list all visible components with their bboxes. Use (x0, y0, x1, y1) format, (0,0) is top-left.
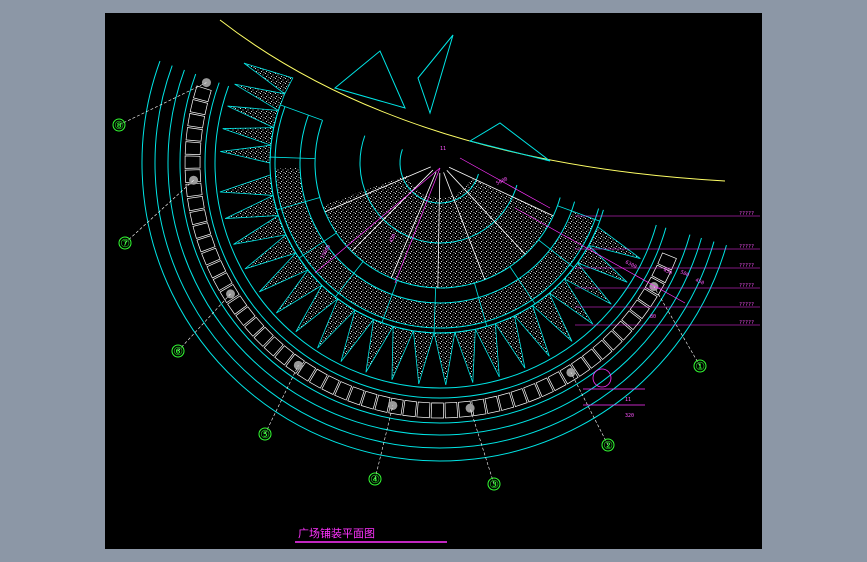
sawtooth-tile (454, 328, 476, 383)
marker-leader (570, 372, 609, 446)
bench-tile (235, 306, 256, 327)
bench-tile (592, 339, 613, 360)
right-label: ????? (739, 302, 754, 308)
sawtooth-tile (494, 315, 526, 369)
dimension-label: 80 (650, 314, 656, 320)
bench-tile (657, 252, 677, 271)
drawing-canvas[interactable]: ① ② ③ ④ ⑤ ⑥ ⑦ ⑧?????????????????????????????? 50… (105, 13, 762, 549)
bench-tile (484, 395, 501, 414)
dimension-label: 6300 (624, 259, 637, 270)
boundary-curve (219, 19, 726, 182)
bench-tile (416, 401, 431, 419)
sawtooth-tile (391, 325, 414, 380)
bench-tile (402, 400, 417, 418)
marker-label: ⑦ (120, 237, 130, 250)
bench-tile (212, 272, 233, 291)
sawtooth-tile (224, 194, 279, 219)
dimension-label: 11 (440, 146, 446, 152)
drawing-title: 广场铺装平面图 (298, 526, 375, 540)
right-label: ????? (739, 263, 754, 269)
paving-geometry (141, 60, 727, 462)
bench-tile (244, 316, 265, 337)
bench-tile (189, 99, 208, 116)
right-label: ????? (739, 320, 754, 326)
marker-label: ② (603, 439, 613, 452)
bench-tile (187, 113, 205, 129)
bench-tile (193, 85, 212, 103)
marker-label: ③ (489, 478, 499, 491)
bench-tile (629, 299, 650, 320)
marker-label: ④ (370, 473, 380, 486)
right-label: ????? (739, 211, 754, 217)
dimension-label: 500 (679, 269, 690, 278)
bench-tile (374, 394, 391, 413)
dimension-label: 320 (625, 413, 634, 419)
dimension-label: 5000 (495, 176, 508, 187)
bench-tile (192, 222, 212, 239)
column-post (189, 175, 199, 185)
bench-tile (308, 368, 328, 389)
sawtooth-tile (233, 214, 287, 245)
bench-tile (360, 390, 378, 410)
sawtooth-tile (222, 127, 275, 146)
marker-leader (118, 82, 207, 126)
bench-tile (581, 348, 602, 369)
dimension-label: 450 (662, 267, 673, 276)
sawtooth-tile (365, 318, 394, 373)
bench-tile (185, 127, 203, 142)
bench-tile (321, 375, 340, 395)
sawtooth-tile (220, 144, 272, 164)
sawtooth-tile (219, 174, 274, 196)
marker-label: ⑥ (173, 345, 183, 358)
cad-viewport: ① ② ③ ④ ⑤ ⑥ ⑦ ⑧?????????????????????????????? 50… (0, 0, 867, 562)
column-post (566, 367, 576, 377)
dimension-label: 11 (625, 397, 631, 403)
sawtooth-tile (474, 323, 500, 378)
bench-tile (621, 310, 642, 331)
sawtooth-tile (227, 105, 279, 129)
detail-circle (592, 368, 612, 388)
bench-tile (430, 402, 444, 419)
bench-tile (253, 326, 274, 347)
bench-tile (497, 392, 515, 411)
sawtooth-tile (412, 330, 435, 385)
bench-tile (444, 402, 459, 419)
marker-leader (124, 180, 194, 244)
plaza-paving-plan: ① ② ③ ④ ⑤ ⑥ ⑦ ⑧?????????????????????????????? 50… (112, 19, 760, 543)
bench-tile (227, 295, 248, 315)
bench-tile (274, 345, 295, 366)
radial-line (280, 104, 323, 121)
bench-tile (612, 320, 633, 341)
bench-tile (547, 371, 567, 392)
bench-tile (602, 330, 623, 351)
dimension-label: 450 (694, 277, 705, 286)
sawtooth-tile (433, 331, 456, 386)
marker-label: ⑤ (260, 428, 270, 441)
radial-line (270, 156, 316, 160)
right-label: ????? (739, 283, 754, 289)
bench-tile (184, 155, 201, 169)
bench-tile (637, 288, 658, 308)
bench-tile (184, 141, 202, 155)
bench-tile (187, 196, 205, 212)
marker-label: ① (695, 360, 705, 373)
right-label: ????? (739, 244, 754, 250)
top-triangles (333, 34, 551, 162)
bench-tile (263, 336, 284, 357)
marker-label: ⑧ (114, 119, 124, 132)
bench-tile (189, 209, 208, 226)
